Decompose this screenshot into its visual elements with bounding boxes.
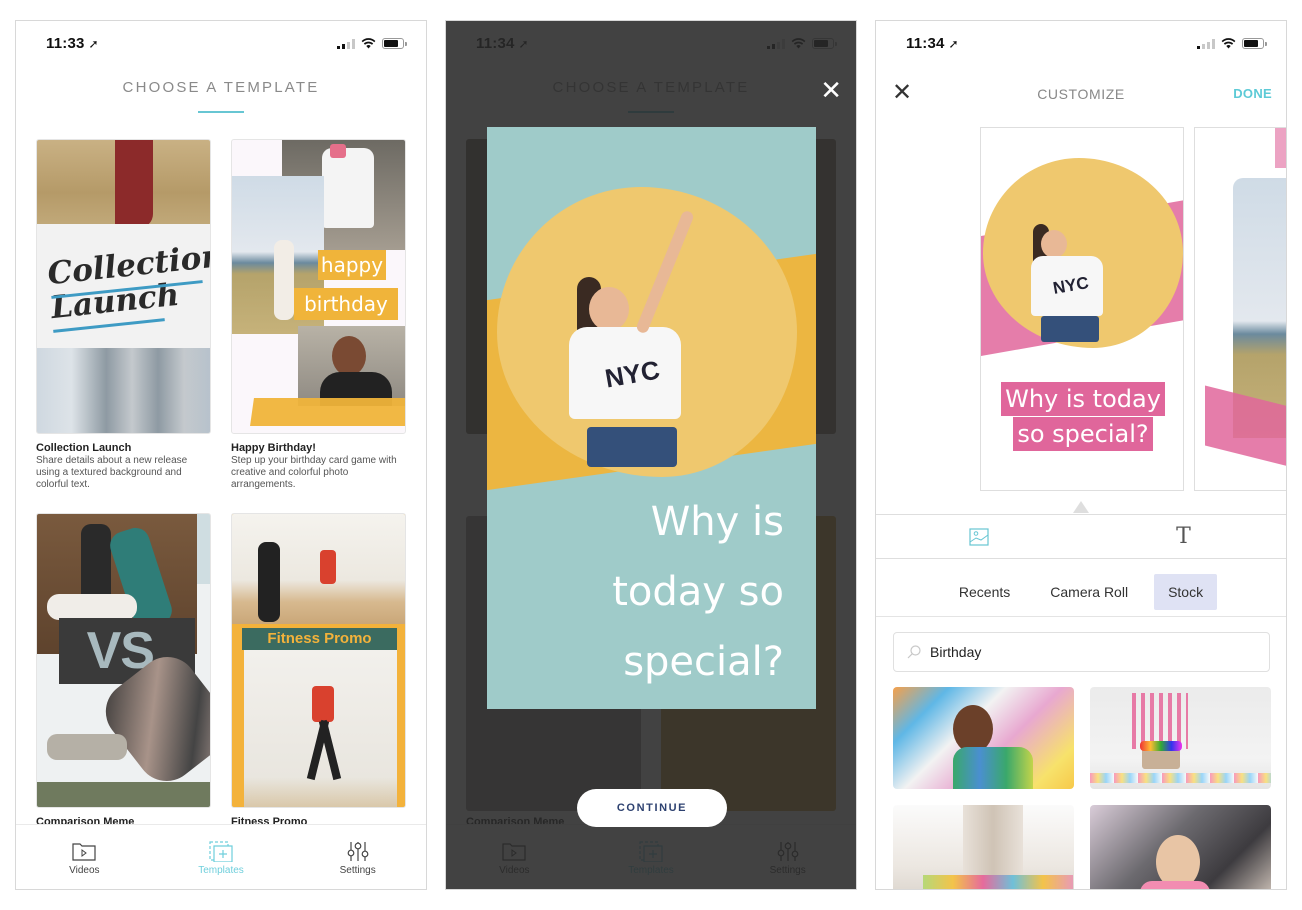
page-title: CHOOSE A TEMPLATE — [122, 79, 320, 96]
status-bar: 11:34➚ — [876, 21, 1286, 67]
slide-current[interactable]: NYC Why is today so special? — [980, 127, 1184, 491]
folder-play-icon — [72, 843, 96, 861]
current-slide-pointer — [1073, 501, 1089, 513]
stock-photo[interactable] — [1090, 805, 1271, 889]
slide-text: Why is today so special? — [981, 382, 1183, 452]
nav-templates[interactable]: Templates — [153, 825, 290, 889]
stock-photo-grid — [893, 687, 1271, 889]
tool-text[interactable]: T — [1081, 515, 1286, 558]
tab-stock[interactable]: Stock — [1154, 573, 1218, 610]
template-card-comparison-meme[interactable]: VS. Comparison Meme — [36, 513, 211, 828]
template-card-happy-birthday[interactable]: happy birthday Happy Birthday! Step up y… — [231, 139, 406, 491]
image-icon — [968, 527, 989, 546]
nav-videos[interactable]: Videos — [16, 825, 153, 889]
wifi-icon — [361, 38, 376, 49]
thumb-text: birthday — [294, 288, 398, 320]
battery-icon — [1242, 38, 1267, 49]
source-tabs: Recents Camera Roll Stock — [876, 567, 1286, 617]
template-card-collection-launch[interactable]: Collection Launch Collection Launch Shar… — [36, 139, 211, 491]
status-time: 11:33 — [46, 35, 85, 52]
tab-camera-roll[interactable]: Camera Roll — [1036, 574, 1142, 610]
stock-photo[interactable] — [893, 805, 1074, 889]
tool-image[interactable] — [876, 515, 1081, 558]
template-preview-screen: 11:34➚ CHOOSE A TEMPLATE Comparison Meme… — [445, 20, 857, 890]
status-bar: 11:33 ➚ — [16, 21, 426, 67]
template-name: Happy Birthday! — [231, 442, 316, 454]
search-icon — [907, 645, 921, 659]
template-thumbnail[interactable]: VS. — [36, 513, 211, 808]
signal-icon — [1197, 38, 1215, 49]
search-field[interactable] — [893, 632, 1270, 672]
nav-label: Settings — [339, 865, 376, 876]
title-underline — [198, 111, 244, 113]
nav-label: Templates — [198, 865, 244, 876]
location-arrow-icon: ➚ — [88, 36, 99, 51]
template-thumbnail[interactable]: Fitness Promo — [231, 513, 406, 808]
close-preview-button[interactable]: ✕ — [820, 77, 842, 103]
customize-screen: 11:34 ➚ ✕ CUSTOMIZE DONE NYC Why is today… — [875, 20, 1287, 890]
thumb-text: happy — [318, 250, 386, 280]
edit-tools: T — [876, 514, 1286, 559]
signal-icon — [337, 38, 355, 49]
template-card-fitness-promo[interactable]: Fitness Promo Fitness Promo — [231, 513, 406, 828]
location-arrow-icon: ➚ — [948, 36, 959, 51]
battery-icon — [382, 38, 407, 49]
page-title: CUSTOMIZE — [1037, 86, 1125, 102]
stock-photo[interactable] — [893, 687, 1074, 789]
nav-settings[interactable]: Settings — [289, 825, 426, 889]
wifi-icon — [1221, 38, 1236, 49]
continue-button[interactable]: CONTINUE — [577, 789, 727, 827]
template-description: Share details about a new release using … — [36, 455, 188, 490]
preview-text: Why is today so special? — [612, 499, 784, 685]
close-icon: ✕ — [820, 75, 842, 105]
template-description: Step up your birthday card game with cre… — [231, 455, 397, 490]
template-thumbnail[interactable]: Collection Launch — [36, 139, 211, 434]
thumb-text: Fitness Promo — [242, 628, 397, 650]
choose-template-screen: 11:33 ➚ CHOOSE A TEMPLATE Collection Laun… — [15, 20, 427, 890]
template-name: Collection Launch — [36, 442, 132, 454]
done-button[interactable]: DONE — [1233, 86, 1272, 101]
stock-photo[interactable] — [1090, 687, 1271, 789]
status-time: 11:34 — [906, 35, 945, 52]
template-grid: Collection Launch Collection Launch Shar… — [36, 139, 406, 828]
bottom-nav: Videos Templates Settings — [16, 824, 426, 889]
sliders-icon — [347, 842, 369, 861]
search-input[interactable] — [930, 644, 1230, 660]
tab-recents[interactable]: Recents — [945, 574, 1024, 610]
template-carousel[interactable]: NYC Why is today so special? It's sweet … — [876, 127, 1286, 491]
customize-header: ✕ CUSTOMIZE DONE — [876, 77, 1286, 111]
template-thumbnail[interactable]: happy birthday — [231, 139, 406, 434]
nav-label: Videos — [69, 865, 100, 876]
template-preview: NYC Why is today so special? — [487, 127, 816, 709]
template-add-icon — [209, 841, 233, 862]
text-icon: T — [1176, 524, 1191, 549]
slide-next[interactable]: It's sweet pea — [1194, 127, 1286, 491]
